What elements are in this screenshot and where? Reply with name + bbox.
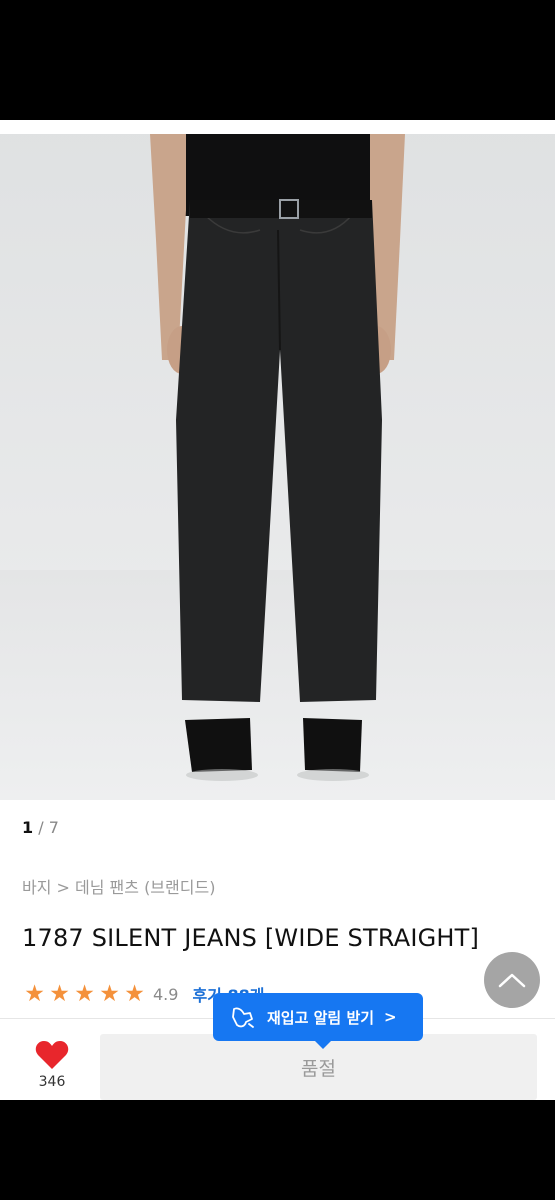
image-counter-current: 1 xyxy=(22,818,34,837)
star-icon: ★ xyxy=(124,981,145,1007)
product-image-gallery[interactable] xyxy=(0,120,555,800)
bell-icon xyxy=(229,1003,257,1031)
like-button[interactable]: 346 xyxy=(22,1040,82,1100)
star-icon: ★ xyxy=(99,981,120,1007)
star-icon: ★ xyxy=(24,981,45,1007)
breadcrumb[interactable]: 바지 > 데님 팬츠 (브랜디드) xyxy=(22,874,215,898)
product-photo xyxy=(0,120,555,800)
scroll-to-top-button[interactable] xyxy=(484,952,540,1008)
star-icon: ★ xyxy=(49,981,70,1007)
like-count: 346 xyxy=(38,1074,66,1090)
home-indicator-area xyxy=(0,1100,555,1200)
restock-alert-label: 재입고 알림 받기 xyxy=(267,1008,375,1027)
image-counter: 1 / 7 xyxy=(22,818,59,837)
chevron-up-icon xyxy=(498,973,526,988)
star-icon: ★ xyxy=(74,981,95,1007)
product-title: 1787 SILENT JEANS [WIDE STRAIGHT] xyxy=(22,924,480,952)
chevron-right-icon: > xyxy=(384,1008,397,1026)
restock-alert-button[interactable]: 재입고 알림 받기 > xyxy=(213,993,423,1049)
image-counter-total: / 7 xyxy=(38,818,59,837)
soldout-label: 품절 xyxy=(301,1057,336,1080)
rating-stars: ★ ★ ★ ★ ★ xyxy=(22,982,147,1006)
tooltip-pointer xyxy=(315,1041,331,1049)
product-screen: 1 / 7 바지 > 데님 팬츠 (브랜디드) 1787 SILENT JEAN… xyxy=(0,120,555,1100)
rating-value: 4.9 xyxy=(153,984,179,1004)
heart-icon xyxy=(35,1041,69,1069)
status-bar-area xyxy=(0,0,555,120)
